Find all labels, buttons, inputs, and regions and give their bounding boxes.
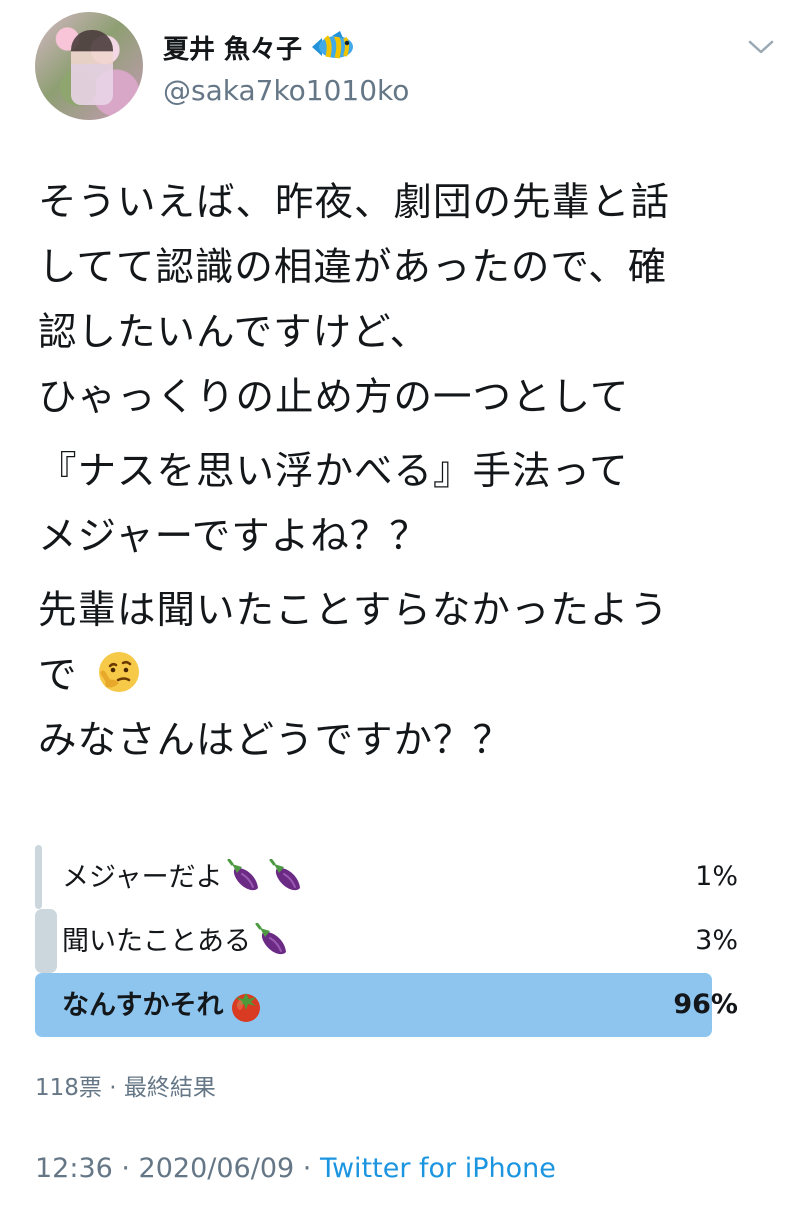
poll-option-label: メジャーだよ: [62, 859, 307, 897]
poll-result-bar: [35, 845, 43, 909]
poll-option-percent: 1%: [695, 861, 738, 892]
tweet-text-fragment: で: [38, 653, 78, 698]
eggplant-icon: [255, 923, 286, 955]
tweet-text-line-with-emoji: で: [38, 643, 758, 708]
author-display-name[interactable]: 夏井 魚々子: [163, 29, 302, 66]
eggplant-icon: [269, 859, 300, 891]
avatar-photo-detail: [71, 30, 113, 105]
poll-option-what-is-that: なんすかそれ 96%: [35, 973, 740, 1037]
tweet-text-line: そういえば、昨夜、劇団の先輩と話: [38, 180, 671, 225]
tweet-text-line: してて認識の相違があったので、確: [38, 245, 668, 290]
poll-option-text: なんすかそれ: [62, 990, 224, 1021]
tomato-icon: [232, 993, 261, 1022]
avatar[interactable]: [35, 12, 143, 120]
author-name-row[interactable]: 夏井 魚々子: [163, 29, 357, 66]
tweet-timestamp[interactable]: 12:36 · 2020/06/09 ·: [35, 1153, 320, 1184]
author-handle[interactable]: @saka7ko1010ko: [163, 74, 409, 107]
tweet-source-link[interactable]: Twitter for iPhone: [320, 1153, 556, 1184]
poll-option-text: 聞いたことある: [62, 926, 251, 957]
eggplant-icon: [227, 859, 258, 891]
poll-option-text: メジャーだよ: [62, 862, 223, 893]
poll-option-percent: 96%: [673, 989, 738, 1020]
tweet-header: 夏井 魚々子 @saka7ko1010ko: [35, 12, 775, 122]
tweet-text-line: 先輩は聞いたことすらなかったよう: [38, 588, 669, 633]
timestamp-row: 12:36 · 2020/06/09 · Twitter for iPhone: [35, 1153, 556, 1184]
poll: メジャーだよ 1% 聞いたことある 3% なんすかそれ 96%: [35, 845, 740, 1037]
tweet-text-line: メジャーですよね？？: [38, 514, 429, 559]
thinking-face-icon: [98, 652, 139, 692]
tweet-text: そういえば、昨夜、劇団の先輩と話 してて認識の相違があったので、確 認したいんで…: [38, 170, 758, 773]
tweet-text-line: 認したいんですけど、: [38, 310, 430, 355]
tweet-text-line: みなさんはどうですか？？: [38, 718, 513, 763]
poll-option-label: 聞いたことある: [62, 923, 293, 961]
tweet-text-line: ひゃっくりの止め方の一つとして: [38, 375, 630, 420]
poll-option-major: メジャーだよ 1%: [35, 845, 740, 909]
poll-result-bar: [35, 909, 57, 973]
poll-meta: 118票 · 最終結果: [35, 1075, 216, 1101]
tropical-fish-icon: [312, 31, 354, 59]
tweet-text-line: 『ナスを思い浮かべる』手法って: [38, 449, 629, 494]
poll-option-label: なんすかそれ: [62, 987, 265, 1025]
poll-option-heard: 聞いたことある 3%: [35, 909, 740, 973]
chevron-down-icon[interactable]: [747, 38, 775, 56]
poll-option-percent: 3%: [695, 925, 738, 956]
